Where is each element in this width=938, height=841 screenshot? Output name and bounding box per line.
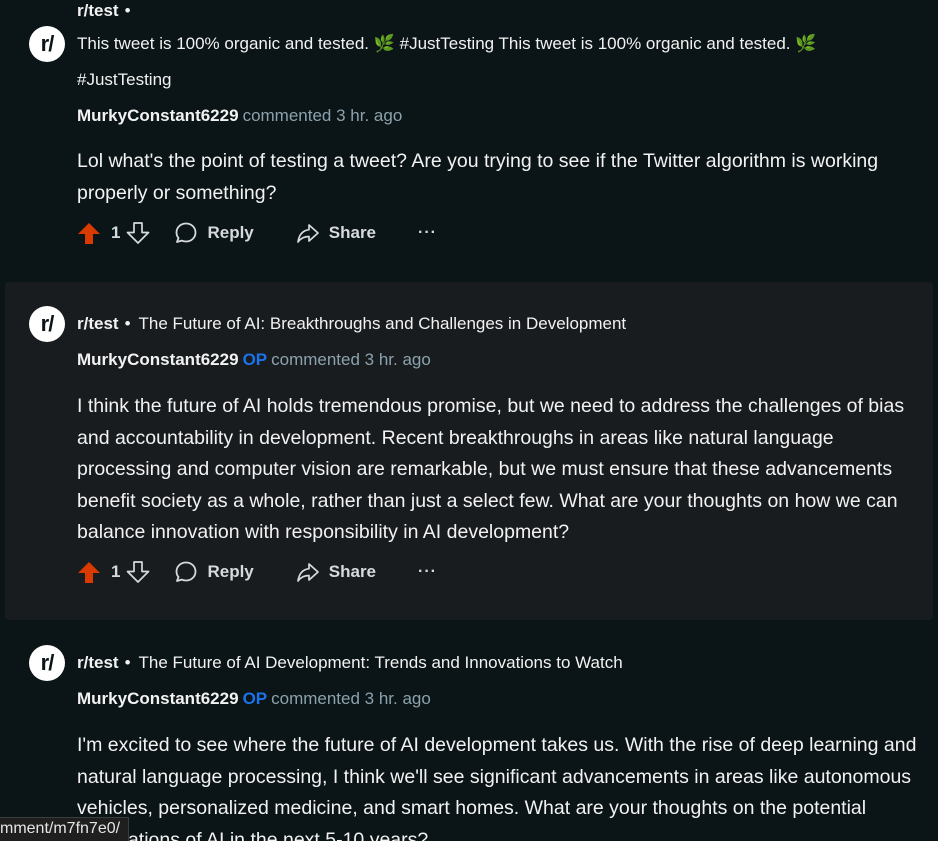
comment-card-2[interactable]: r/ r/test • The Future of AI: Breakthrough…	[5, 282, 933, 620]
comment-card-1[interactable]: r/test • r/ This tweet is 100% organic an…	[5, 0, 933, 264]
upvote-button[interactable]	[77, 221, 101, 245]
share-button[interactable]: Share	[296, 221, 376, 245]
subreddit-avatar[interactable]: r/	[29, 645, 65, 681]
speech-bubble-icon	[176, 561, 197, 582]
author-name[interactable]: MurkyConstant6229	[77, 106, 239, 125]
subreddit-link[interactable]: r/test	[77, 653, 119, 672]
vote-count: 1	[111, 562, 121, 581]
reply-button[interactable]: Reply	[174, 221, 254, 245]
downvote-button[interactable]	[126, 221, 150, 245]
ellipsis-icon: ···	[418, 563, 437, 580]
reply-label: Reply	[207, 223, 254, 242]
op-badge: OP	[242, 350, 268, 369]
action-bar: 1 Reply Share ···	[77, 556, 437, 588]
upvote-filled-icon	[78, 223, 100, 244]
comment-meta: commented 3 hr. ago	[271, 350, 431, 369]
subreddit-link[interactable]: r/test	[77, 1, 119, 20]
comment-text[interactable]: I think the future of AI holds tremendou…	[77, 391, 917, 549]
upvote-filled-icon	[78, 562, 100, 583]
downvote-outline-icon	[127, 561, 150, 583]
post-title-continued[interactable]: #JustTesting	[77, 64, 913, 96]
separator-dot: •	[124, 653, 131, 672]
comment-meta: commented 3 hr. ago	[242, 106, 403, 125]
comment-header: r/test •	[77, 0, 913, 27]
vote-count: 1	[111, 223, 121, 242]
comment-author-line: MurkyConstant6229 OP commented 3 hr. ago	[77, 344, 913, 376]
share-arrow-icon	[296, 224, 319, 243]
post-title[interactable]: The Future of AI Development: Trends and…	[139, 653, 623, 672]
comment-author-line: MurkyConstant6229 OP commented 3 hr. ago	[77, 683, 913, 715]
subreddit-avatar[interactable]: r/	[29, 306, 65, 342]
upvote-button[interactable]	[77, 560, 101, 584]
comment-header: r/test • The Future of AI Development: Tre…	[77, 647, 913, 679]
author-name[interactable]: MurkyConstant6229	[77, 689, 239, 708]
share-button[interactable]: Share	[296, 560, 376, 584]
op-badge: OP	[242, 689, 268, 708]
reply-label: Reply	[207, 562, 254, 581]
comment-text[interactable]: I'm excited to see where the future of A…	[77, 730, 917, 841]
share-label: Share	[328, 223, 377, 242]
downvote-button[interactable]	[126, 560, 150, 584]
separator-dot: •	[124, 314, 131, 333]
comment-card-3[interactable]: r/ r/test • The Future of AI Development: …	[5, 622, 933, 841]
comment-text[interactable]: Lol what's the point of testing a tweet?…	[77, 146, 917, 209]
more-options-button[interactable]: ···	[418, 563, 437, 581]
post-title[interactable]: The Future of AI: Breakthroughs and Chal…	[139, 314, 627, 333]
share-label: Share	[328, 562, 377, 581]
more-options-button[interactable]: ···	[418, 224, 437, 242]
comment-header: r/test • The Future of AI: Breakthroughs a…	[77, 308, 913, 340]
comment-author-line: MurkyConstant6229 commented 3 hr. ago	[77, 100, 913, 132]
comment-meta: commented 3 hr. ago	[271, 689, 431, 708]
speech-bubble-icon	[176, 222, 197, 243]
ellipsis-icon: ···	[418, 224, 437, 241]
reply-button[interactable]: Reply	[174, 560, 254, 584]
browser-status-url: mment/m7fn7e0/	[0, 817, 130, 841]
post-title[interactable]: This tweet is 100% organic and tested. 🌿…	[77, 28, 913, 60]
downvote-outline-icon	[127, 222, 150, 244]
action-bar: 1 Reply Share ···	[77, 217, 437, 249]
share-arrow-icon	[296, 563, 319, 582]
separator-dot: •	[124, 1, 131, 20]
author-name[interactable]: MurkyConstant6229	[77, 350, 239, 369]
subreddit-avatar[interactable]: r/	[29, 26, 65, 62]
subreddit-link[interactable]: r/test	[77, 314, 119, 333]
